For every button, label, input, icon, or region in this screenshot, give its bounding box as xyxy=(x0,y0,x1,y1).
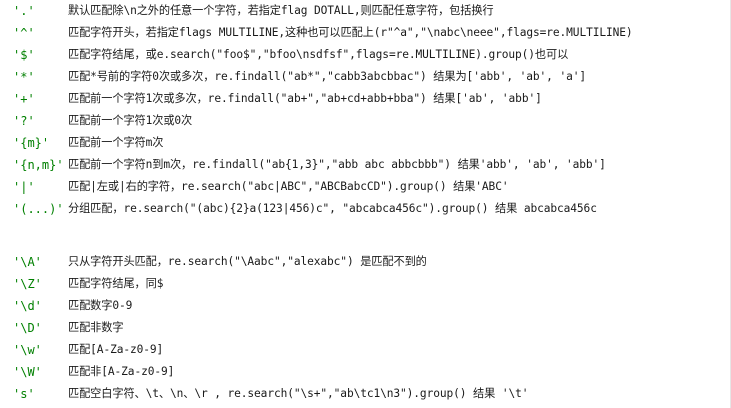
table-row: '*' 匹配*号前的字符0次或多次，re.findall("ab*","cabb… xyxy=(0,66,730,88)
regex-description: 匹配空白字符、\t、\n、\r , re.search("\s+","ab\tc… xyxy=(68,387,529,400)
regex-description: 匹配[A-Za-z0-9] xyxy=(68,343,164,356)
regex-symbol: '$' xyxy=(13,48,35,62)
regex-description: 匹配非[A-Za-z0-9] xyxy=(68,365,175,378)
regex-reference-table: '.' 默认匹配除\n之外的任意一个字符，若指定flag DOTALL,则匹配任… xyxy=(0,0,731,408)
table-row: '$' 匹配字符结尾，或e.search("foo$","bfoo\nsdfsf… xyxy=(0,44,730,66)
regex-description: 匹配字符开头，若指定flags MULTILINE,这种也可以匹配上(r"^a"… xyxy=(68,26,633,39)
table-row: '^' 匹配字符开头，若指定flags MULTILINE,这种也可以匹配上(r… xyxy=(0,22,730,44)
regex-description: 只从字符开头匹配，re.search("\Aabc","alexabc") 是匹… xyxy=(68,255,427,268)
regex-description: 匹配前一个字符1次或0次 xyxy=(68,114,193,127)
regex-symbol: '{m}' xyxy=(13,136,50,150)
regex-symbol: '*' xyxy=(13,70,35,84)
regex-description: 匹配前一个字符n到m次，re.findall("ab{1,3}","abb ab… xyxy=(68,158,606,171)
regex-symbol: '+' xyxy=(13,92,35,106)
table-row: '?' 匹配前一个字符1次或0次 xyxy=(0,110,730,132)
regex-symbol: '\W' xyxy=(13,365,42,379)
regex-symbol: '^' xyxy=(13,26,35,40)
regex-symbol: '\A' xyxy=(13,255,42,269)
regex-symbol: '\Z' xyxy=(13,277,42,291)
regex-description: 匹配非数字 xyxy=(68,321,124,334)
table-row: '\W' 匹配非[A-Za-z0-9] xyxy=(0,361,730,383)
regex-description: 匹配*号前的字符0次或多次，re.findall("ab*","cabb3abc… xyxy=(68,70,586,83)
regex-description: 默认匹配除\n之外的任意一个字符，若指定flag DOTALL,则匹配任意字符，… xyxy=(68,4,494,17)
regex-description: 匹配前一个字符m次 xyxy=(68,136,164,149)
regex-symbol: '.' xyxy=(13,4,35,18)
table-row: '+' 匹配前一个字符1次或多次，re.findall("ab+","ab+cd… xyxy=(0,88,730,110)
table-row: '\Z' 匹配字符结尾，同$ xyxy=(0,273,730,295)
regex-symbol: '(...)' xyxy=(13,202,64,216)
table-row: '{m}' 匹配前一个字符m次 xyxy=(0,132,730,154)
table-row: '|' 匹配|左或|右的字符，re.search("abc|ABC","ABCB… xyxy=(0,176,730,198)
regex-symbol: '\d' xyxy=(13,299,42,313)
table-row: '\w' 匹配[A-Za-z0-9] xyxy=(0,339,730,361)
table-row: '{n,m}' 匹配前一个字符n到m次，re.findall("ab{1,3}"… xyxy=(0,154,730,176)
regex-symbol: '\D' xyxy=(13,321,42,335)
regex-description: 匹配|左或|右的字符，re.search("abc|ABC","ABCBabcC… xyxy=(68,180,509,193)
regex-description: 匹配字符结尾，或e.search("foo$","bfoo\nsdfsf",fl… xyxy=(68,48,569,61)
table-spacer xyxy=(0,220,730,251)
table-row: '(...)' 分组匹配，re.search("(abc){2}a(123|45… xyxy=(0,198,730,220)
regex-symbol: '{n,m}' xyxy=(13,158,64,172)
table-row: '\D' 匹配非数字 xyxy=(0,317,730,339)
regex-description: 匹配数字0-9 xyxy=(68,299,133,312)
table-row: '\d' 匹配数字0-9 xyxy=(0,295,730,317)
table-row: '\A' 只从字符开头匹配，re.search("\Aabc","alexabc… xyxy=(0,251,730,273)
regex-symbol: 's' xyxy=(13,387,35,401)
regex-symbol: '|' xyxy=(13,180,35,194)
regex-symbol: '\w' xyxy=(13,343,42,357)
regex-description: 分组匹配，re.search("(abc){2}a(123|456)c", "a… xyxy=(68,202,597,215)
regex-symbol: '?' xyxy=(13,114,35,128)
table-row: '.' 默认匹配除\n之外的任意一个字符，若指定flag DOTALL,则匹配任… xyxy=(0,0,730,22)
regex-description: 匹配前一个字符1次或多次，re.findall("ab+","ab+cd+abb… xyxy=(68,92,542,105)
regex-description: 匹配字符结尾，同$ xyxy=(68,277,164,290)
table-row: 's' 匹配空白字符、\t、\n、\r , re.search("\s+","a… xyxy=(0,383,730,405)
